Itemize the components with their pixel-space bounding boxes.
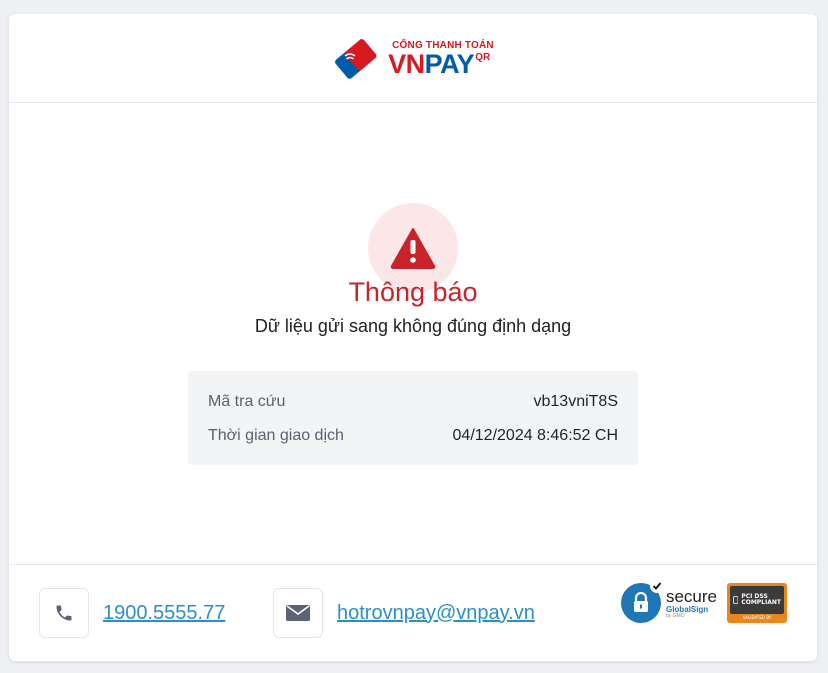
mail-icon	[286, 605, 310, 621]
detail-row: Thời gian giao dịch 04/12/2024 8:46:52 C…	[208, 419, 618, 453]
phone-icon-box	[39, 588, 89, 638]
check-icon	[649, 579, 664, 593]
transaction-details: Mã tra cứu vb13vniT8S Thời gian giao dịc…	[188, 371, 638, 465]
logo-pay: PAY	[424, 48, 475, 79]
detail-label: Thời gian giao dịch	[208, 427, 344, 444]
pci-dss-badge: PCI DSS COMPLIANT VALIDATED BY	[727, 583, 787, 623]
phone-contact: 1900.5555.77	[39, 588, 225, 638]
lock-icon	[620, 579, 664, 623]
notice-message: Dữ liệu gửi sang không đúng định dạng	[254, 316, 572, 336]
header: CỔNG THANH TOÁN VN PAY QR	[9, 14, 817, 103]
vnpay-logo[interactable]: CỔNG THANH TOÁN VN PAY QR	[332, 38, 494, 80]
detail-value: vb13vniT8S	[533, 393, 619, 410]
secure-word: secure	[665, 586, 717, 606]
security-badges: secure GlobalSign by GMO PCI DSS COMPLIA…	[620, 579, 787, 623]
logo-vn: VN	[388, 48, 425, 79]
payment-notice-card: CỔNG THANH TOÁN VN PAY QR Thông báo Dữ l…	[9, 14, 817, 661]
detail-value: 04/12/2024 8:46:52 CH	[452, 427, 618, 444]
gmo-label: by GMO	[665, 612, 685, 619]
logo-qr: QR	[475, 51, 491, 63]
notice-content: Thông báo Dữ liệu gửi sang không đúng đị…	[9, 103, 817, 565]
detail-row: Mã tra cứu vb13vniT8S	[208, 385, 618, 419]
pci-card-icon	[733, 596, 739, 604]
vnpay-logo-mark-icon	[335, 39, 377, 79]
email-link[interactable]: hotrovnpay@vnpay.vn	[337, 602, 535, 625]
footer: 1900.5555.77 hotrovnpay@vnpay.vn secure …	[9, 565, 817, 660]
phone-link[interactable]: 1900.5555.77	[103, 602, 225, 625]
mail-icon-box	[273, 588, 323, 638]
phone-icon	[56, 605, 72, 621]
pci-line2: COMPLIANT	[741, 599, 781, 606]
globalsign-secure-badge: secure GlobalSign by GMO	[620, 579, 717, 623]
warning-triangle-icon	[390, 228, 436, 269]
detail-label: Mã tra cứu	[208, 393, 286, 410]
notice-title: Thông báo	[348, 277, 478, 307]
email-contact: hotrovnpay@vnpay.vn	[273, 588, 535, 638]
pci-foot: VALIDATED BY	[742, 615, 772, 620]
